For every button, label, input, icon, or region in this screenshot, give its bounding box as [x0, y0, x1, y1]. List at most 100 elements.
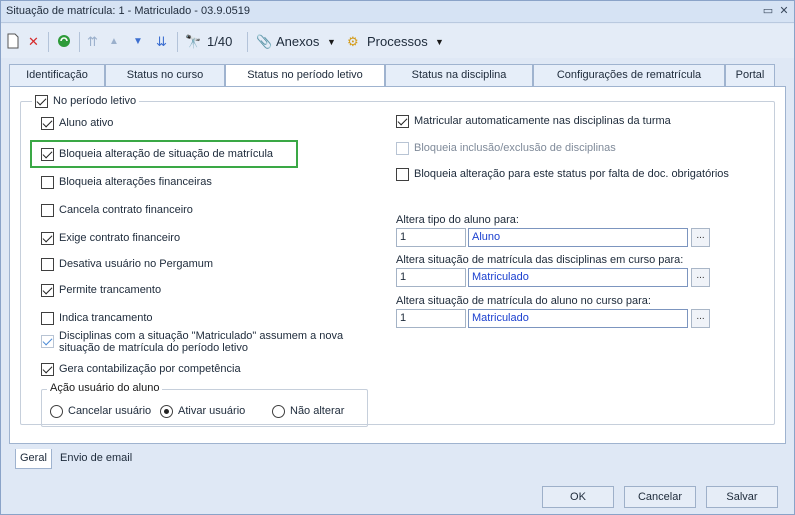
- checkbox[interactable]: [396, 142, 409, 155]
- checkbox-label: Disciplinas com a situação "Matriculado"…: [59, 330, 344, 354]
- checkbox[interactable]: [41, 363, 54, 376]
- toolbar-separator: [247, 32, 248, 52]
- situacao-disciplinas-lookup-button[interactable]: ...: [691, 268, 710, 287]
- anexos-menu[interactable]: Anexos: [276, 33, 319, 51]
- tab-strip: Identificação Status no curso Status no …: [9, 64, 786, 87]
- bottom-tab-geral[interactable]: Geral: [15, 449, 52, 469]
- checkbox-label: Indica trancamento: [59, 312, 153, 324]
- situacao-curso-code-input[interactable]: 1: [396, 309, 466, 328]
- checkbox[interactable]: [41, 258, 54, 271]
- refresh-icon[interactable]: [56, 33, 72, 51]
- radio-label: Não alterar: [290, 405, 345, 417]
- cancela-contrato-checkbox[interactable]: Cancela contrato financeiro: [41, 204, 193, 217]
- gera-contabilizacao-checkbox[interactable]: Gera contabilização por competência: [41, 363, 241, 376]
- window-title: Situação de matrícula: 1 - Matriculado -…: [6, 5, 250, 17]
- toolbar: ✕ ⇈ ▲ ▼ ⇊ 🔭 1/40 📎 Anexos ▼ ⚙ Processos …: [1, 24, 794, 58]
- chevron-down-icon[interactable]: ▼: [327, 33, 336, 51]
- checkbox[interactable]: [41, 335, 54, 348]
- button-bar: OK Cancelar Salvar: [1, 474, 794, 514]
- next-record-icon[interactable]: ▼: [133, 33, 143, 51]
- checkbox[interactable]: [41, 284, 54, 297]
- bloqueia-financeiras-checkbox[interactable]: Bloqueia alterações financeiras: [41, 176, 212, 189]
- checkbox-label: Permite trancamento: [59, 284, 162, 296]
- highlight-box: [30, 140, 298, 168]
- bloqueia-status-doc-checkbox[interactable]: Bloqueia alteração para este status por …: [396, 168, 729, 181]
- title-bar: Situação de matrícula: 1 - Matriculado -…: [1, 1, 794, 23]
- desativa-pergamum-checkbox[interactable]: Desativa usuário no Pergamum: [41, 258, 213, 271]
- checkbox-label: No período letivo: [53, 95, 137, 107]
- record-position: 1/40: [207, 34, 233, 49]
- previous-record-icon[interactable]: ▲: [109, 33, 119, 51]
- situacao-disciplinas-name-input[interactable]: Matriculado: [468, 268, 688, 287]
- maximize-icon[interactable]: ▭: [761, 4, 775, 18]
- delete-icon[interactable]: ✕: [28, 33, 39, 51]
- checkbox[interactable]: [41, 117, 54, 130]
- altera-situacao-disciplinas-label: Altera situação de matrícula das discipl…: [396, 254, 684, 266]
- checkbox[interactable]: [41, 232, 54, 245]
- checkbox[interactable]: [396, 115, 409, 128]
- situacao-disciplinas-code-input[interactable]: 1: [396, 268, 466, 287]
- ok-button[interactable]: OK: [542, 486, 614, 508]
- tab-status-periodo[interactable]: Status no período letivo: [225, 64, 385, 87]
- checkbox-label: Exige contrato financeiro: [59, 232, 181, 244]
- processos-menu[interactable]: Processos: [367, 33, 428, 51]
- checkbox-label: Bloqueia inclusão/exclusão de disciplina…: [414, 142, 616, 154]
- checkbox[interactable]: [41, 204, 54, 217]
- toolbar-separator: [48, 32, 49, 52]
- save-button[interactable]: Salvar: [706, 486, 778, 508]
- checkbox-label: Bloqueia alterações financeiras: [59, 176, 212, 188]
- tipo-aluno-name-input[interactable]: Aluno: [468, 228, 688, 247]
- tipo-aluno-code-input[interactable]: 1: [396, 228, 466, 247]
- checkbox-label: Matricular automaticamente nas disciplin…: [414, 115, 671, 127]
- new-record-icon[interactable]: [6, 33, 20, 51]
- toolbar-separator: [79, 32, 80, 52]
- first-record-icon[interactable]: ⇈: [87, 33, 98, 51]
- toolbar-separator: [177, 32, 178, 52]
- checkbox-label: Bloqueia alteração para este status por …: [414, 168, 729, 180]
- indica-trancamento-checkbox[interactable]: Indica trancamento: [41, 312, 153, 325]
- tab-status-disciplina[interactable]: Status na disciplina: [385, 64, 533, 86]
- radio-label: Cancelar usuário: [68, 405, 152, 417]
- radio-ativar-usuario[interactable]: Ativar usuário: [160, 405, 245, 418]
- exige-contrato-checkbox[interactable]: Exige contrato financeiro: [41, 232, 180, 245]
- radio-button[interactable]: [50, 405, 63, 418]
- matricular-automaticamente-checkbox[interactable]: Matricular automaticamente nas disciplin…: [396, 115, 671, 128]
- aluno-ativo-checkbox[interactable]: Aluno ativo: [41, 117, 113, 130]
- checkbox[interactable]: [35, 95, 48, 108]
- permite-trancamento-checkbox[interactable]: Permite trancamento: [41, 284, 161, 297]
- find-icon[interactable]: 🔭: [185, 33, 201, 51]
- checkbox-label: Gera contabilização por competência: [59, 363, 241, 375]
- situacao-curso-lookup-button[interactable]: ...: [691, 309, 710, 328]
- radio-nao-alterar[interactable]: Não alterar: [272, 405, 344, 418]
- tipo-aluno-lookup-button[interactable]: ...: [691, 228, 710, 247]
- altera-situacao-curso-label: Altera situação de matrícula do aluno no…: [396, 295, 651, 307]
- close-icon[interactable]: ✕: [777, 4, 791, 18]
- chevron-down-icon[interactable]: ▼: [435, 33, 444, 51]
- radio-button[interactable]: [272, 405, 285, 418]
- checkbox-label: Desativa usuário no Pergamum: [59, 258, 214, 270]
- tab-identificacao[interactable]: Identificação: [9, 64, 105, 86]
- disciplinas-matriculado-checkbox[interactable]: Disciplinas com a situação "Matriculado"…: [41, 330, 386, 354]
- checkbox[interactable]: [41, 176, 54, 189]
- cancel-button[interactable]: Cancelar: [624, 486, 696, 508]
- situacao-curso-name-input[interactable]: Matriculado: [468, 309, 688, 328]
- radio-label: Ativar usuário: [178, 405, 246, 417]
- checkbox[interactable]: [41, 312, 54, 325]
- bottom-tab-envio-email[interactable]: Envio de email: [56, 449, 136, 469]
- no-periodo-checkbox[interactable]: No período letivo: [32, 95, 140, 108]
- tab-status-curso[interactable]: Status no curso: [105, 64, 225, 86]
- radio-button[interactable]: [160, 405, 173, 418]
- altera-tipo-label: Altera tipo do aluno para:: [396, 214, 519, 226]
- last-record-icon[interactable]: ⇊: [156, 33, 167, 51]
- bloqueia-inclusao-checkbox[interactable]: Bloqueia inclusão/exclusão de disciplina…: [396, 142, 616, 155]
- dialog-window: Situação de matrícula: 1 - Matriculado -…: [0, 0, 795, 515]
- acao-usuario-legend: Ação usuário do aluno: [47, 382, 163, 394]
- radio-cancelar-usuario[interactable]: Cancelar usuário: [50, 405, 151, 418]
- tab-portal[interactable]: Portal: [725, 64, 775, 86]
- checkbox-label: Cancela contrato financeiro: [59, 204, 193, 216]
- process-icon[interactable]: ⚙: [347, 33, 359, 51]
- checkbox-label: Aluno ativo: [59, 117, 114, 129]
- paperclip-icon[interactable]: 📎: [256, 33, 272, 51]
- checkbox[interactable]: [396, 168, 409, 181]
- tab-configuracoes[interactable]: Configurações de rematrícula: [533, 64, 725, 86]
